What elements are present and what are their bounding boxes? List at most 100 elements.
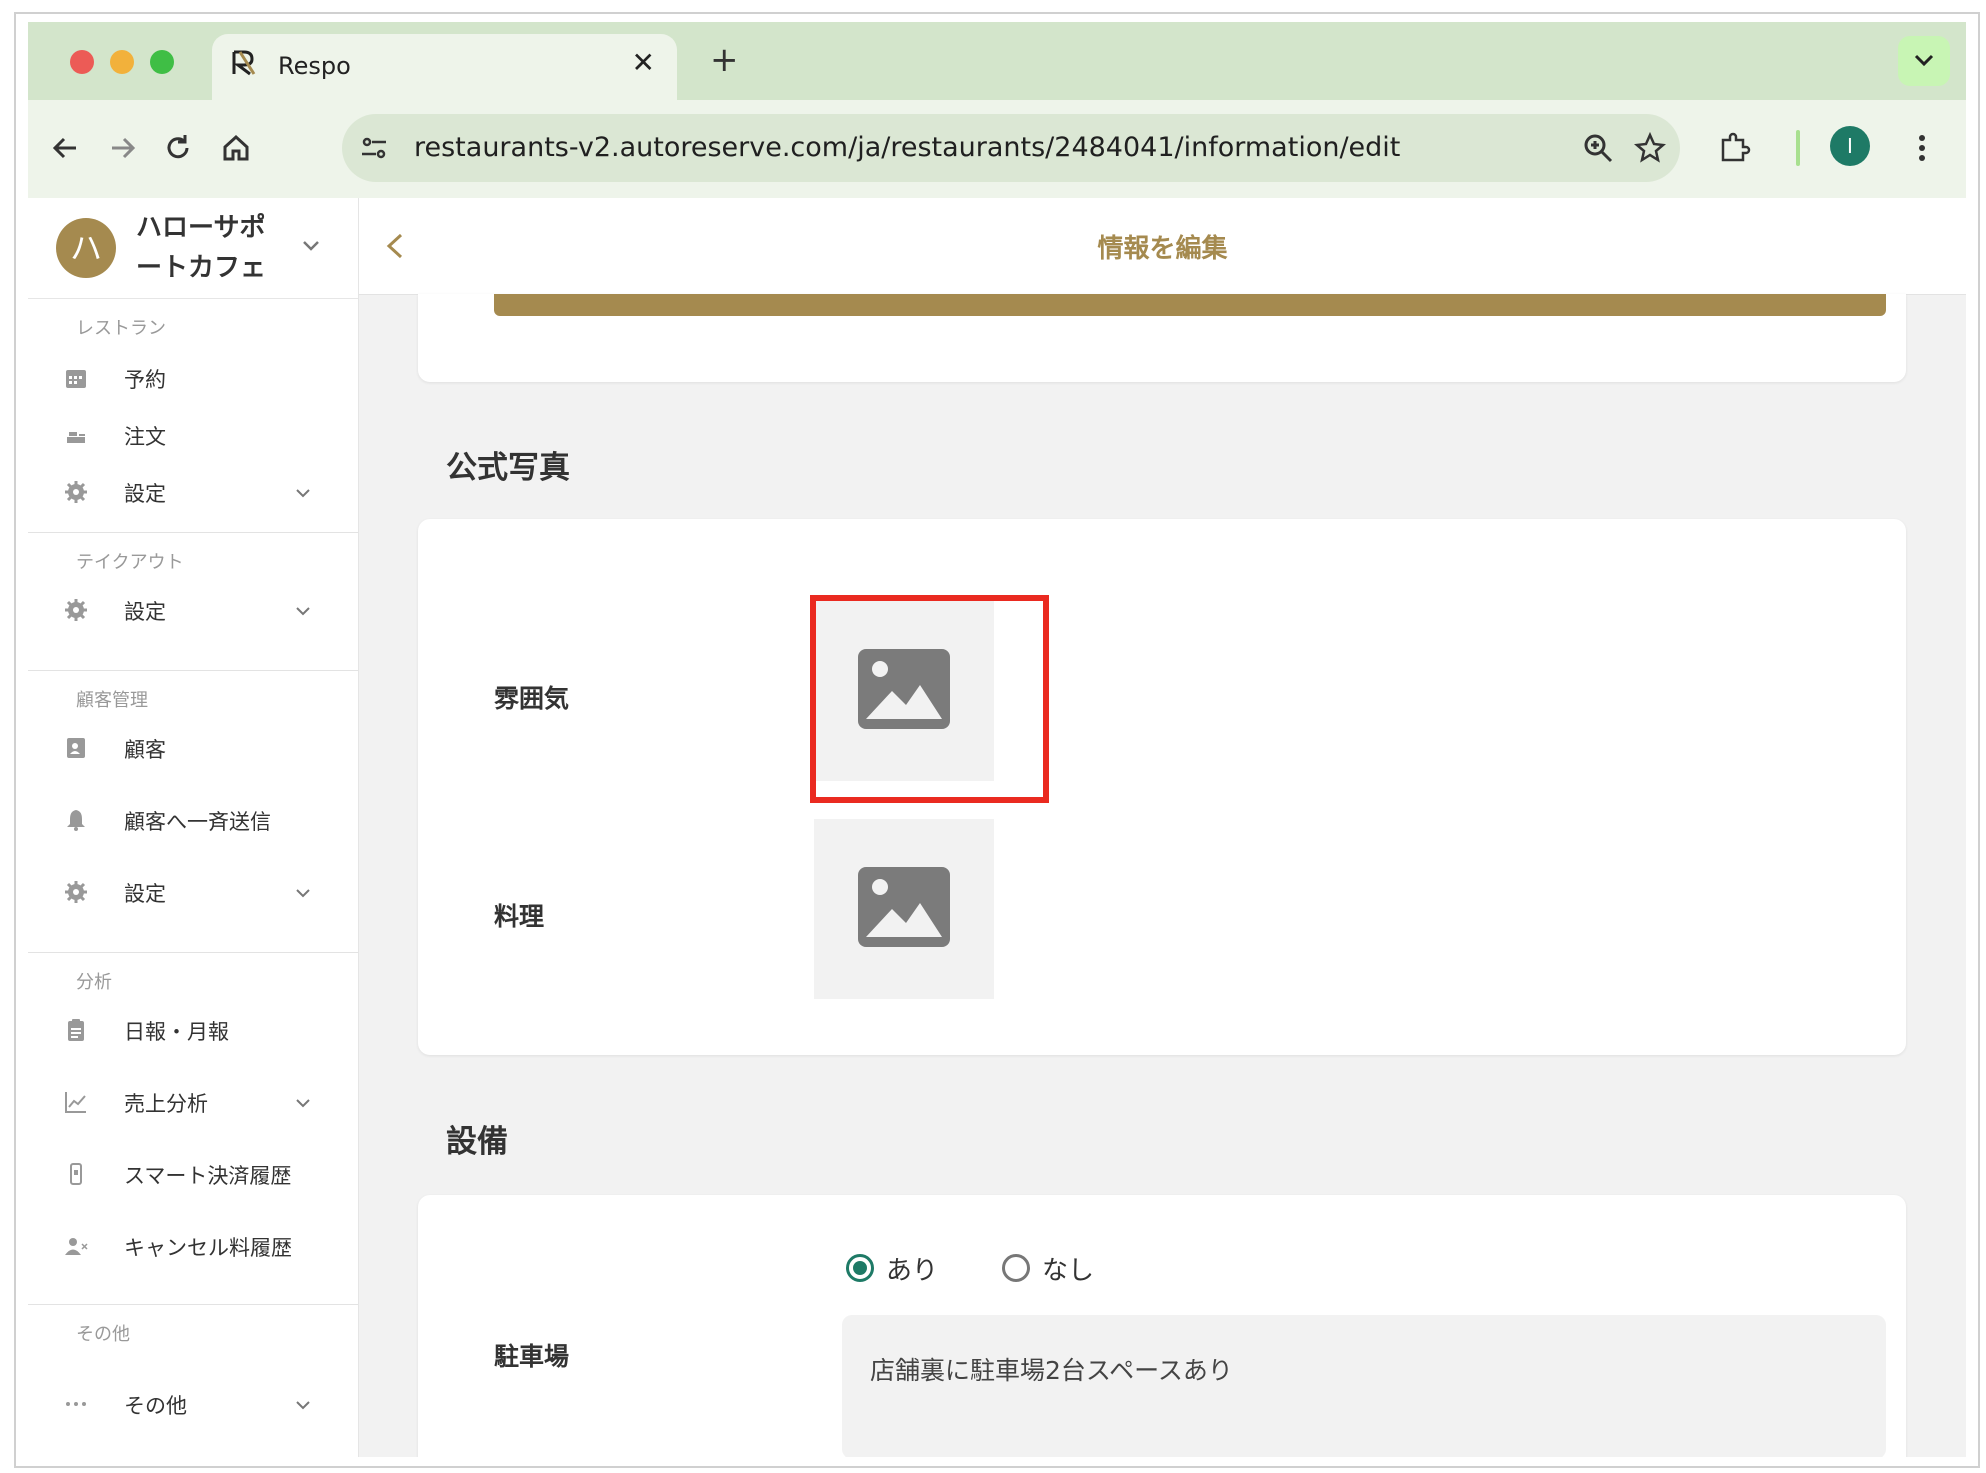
parking-note-text: 店舗裏に駐車場2台スペースあり [870,1356,1233,1385]
sidebar-divider [28,1304,358,1305]
reload-icon[interactable] [158,128,198,168]
screenshot-frame: Respo ✕ + restaurants-v2.autoreserve.com… [14,12,1980,1468]
chevron-down-icon [296,889,310,898]
section-label-customers: 顧客管理 [76,690,148,711]
parking-option-no-label[interactable]: なし [1042,1250,1094,1287]
image-placeholder-icon [858,867,950,947]
page-header: 情報を編集 [359,198,1966,295]
order-tray-icon [67,432,85,443]
respo-logo-icon [232,50,256,76]
sidebar-item-reports[interactable]: 日報・月報 [28,1000,358,1060]
sidebar-item-smart-payment-history[interactable]: スマート決済履歴 [28,1144,358,1204]
tab-search-button[interactable] [1898,36,1950,86]
maximize-window-button[interactable] [150,50,174,74]
address-bar[interactable]: restaurants-v2.autoreserve.com/ja/restau… [342,114,1680,182]
photo-label-atmosphere: 雰囲気 [494,684,570,713]
sidebar-item-takeout-settings[interactable]: 設定 [28,580,358,640]
bookmark-star-icon[interactable] [1632,130,1668,166]
sidebar-item-sales-analysis[interactable]: 売上分析 [28,1072,358,1132]
section-label-takeout: テイクアウト [76,552,184,573]
chevron-down-icon [296,607,310,616]
sidebar-divider [28,952,358,953]
sidebar-item-label: 注文 [124,425,166,449]
zoom-icon[interactable] [1580,130,1616,166]
sidebar-item-customer-settings[interactable]: 設定 [28,862,358,922]
sidebar-item-label: 日報・月報 [124,1020,229,1044]
restaurant-switcher[interactable]: ハ ハローサポートカフェ [28,198,358,299]
sidebar-divider [28,670,358,671]
chevron-down-icon [296,1099,310,1108]
gear-icon [65,481,87,503]
toolbar-divider [1796,130,1800,166]
more-menu-icon[interactable] [1902,128,1942,168]
forward-arrow-icon[interactable] [102,128,142,168]
photos-card: 雰囲気 料理 [418,519,1906,1055]
clipboard-icon [68,1019,84,1041]
url-text: restaurants-v2.autoreserve.com/ja/restau… [414,132,1401,163]
chevron-down-icon [296,489,310,498]
chevron-down-icon [1914,54,1934,67]
parking-label: 駐車場 [494,1342,570,1371]
page-title: 情報を編集 [1097,234,1228,264]
sidebar-item-label: スマート決済履歴 [124,1164,292,1188]
sidebar-item-label: 設定 [124,600,166,624]
sidebar-item-restaurant-settings[interactable]: 設定 [28,462,358,522]
user-remove-icon [65,1238,88,1255]
chevron-down-icon [296,1401,310,1410]
tab-title: Respo [278,52,351,80]
browser-window: Respo ✕ + restaurants-v2.autoreserve.com… [28,22,1966,1457]
sidebar-item-label: 予約 [124,368,166,392]
calendar-icon [66,370,86,388]
minimize-window-button[interactable] [110,50,134,74]
restaurant-avatar: ハ [56,218,116,278]
close-tab-icon[interactable]: ✕ [632,46,655,79]
section-label-restaurant: レストラン [76,318,166,339]
section-heading-facilities: 設備 [446,1124,508,1160]
sidebar-item-reservations[interactable]: 予約 [28,348,358,408]
extensions-puzzle-icon[interactable] [1714,128,1754,168]
site-settings-icon[interactable] [358,132,390,164]
sidebar-item-cancel-fee-history[interactable]: キャンセル料履歴 [28,1216,358,1276]
sidebar-item-label: 設定 [124,482,166,506]
section-label-other: その他 [76,1324,130,1345]
back-arrow-icon[interactable] [46,128,86,168]
parking-radio-yes[interactable] [846,1254,874,1282]
parking-note-textarea[interactable]: 店舗裏に駐車場2台スペースあり [842,1315,1886,1457]
section-label-analytics: 分析 [76,972,112,993]
food-photo-upload[interactable] [814,819,994,999]
sidebar-item-label: 売上分析 [124,1092,208,1116]
profile-avatar[interactable]: I [1830,126,1870,166]
sidebar-item-label: 顧客 [124,738,166,762]
sidebar-item-other[interactable]: その他 [28,1374,358,1434]
gear-icon [65,881,87,903]
close-window-button[interactable] [70,50,94,74]
restaurant-name: ハローサポートカフェ [136,213,267,283]
save-button[interactable] [494,294,1886,316]
sidebar-item-label: 設定 [124,882,166,906]
smartphone-icon [70,1163,82,1185]
sidebar: ハ ハローサポートカフェ レストラン 予約 注文 設定 テイクアウト 設定 顧客… [28,198,359,1457]
line-chart-icon [65,1092,86,1113]
sidebar-divider [28,532,358,533]
sidebar-item-label: その他 [124,1394,187,1418]
contact-card-icon [67,738,85,758]
home-icon[interactable] [216,128,256,168]
parking-option-yes-label[interactable]: あり [886,1250,938,1287]
new-tab-button[interactable]: + [710,40,739,80]
sidebar-item-orders[interactable]: 注文 [28,405,358,465]
photo-label-food: 料理 [494,902,545,931]
parking-radio-no[interactable] [1002,1254,1030,1282]
section-heading-photos: 公式写真 [446,450,570,486]
highlight-box [810,595,1049,803]
browser-tab[interactable]: Respo ✕ [212,34,677,100]
sidebar-item-broadcast[interactable]: 顧客へ一斉送信 [28,790,358,850]
sidebar-item-label: キャンセル料履歴 [124,1236,292,1260]
gear-icon [65,599,87,621]
sidebar-item-label: 顧客へ一斉送信 [124,810,271,834]
sidebar-item-customers[interactable]: 顧客 [28,718,358,778]
bell-icon [67,810,85,831]
toolbar: restaurants-v2.autoreserve.com/ja/restau… [28,100,1966,199]
tab-bar: Respo ✕ + [28,22,1966,100]
chevron-down-icon [303,241,319,251]
ellipsis-icon [66,1402,86,1406]
